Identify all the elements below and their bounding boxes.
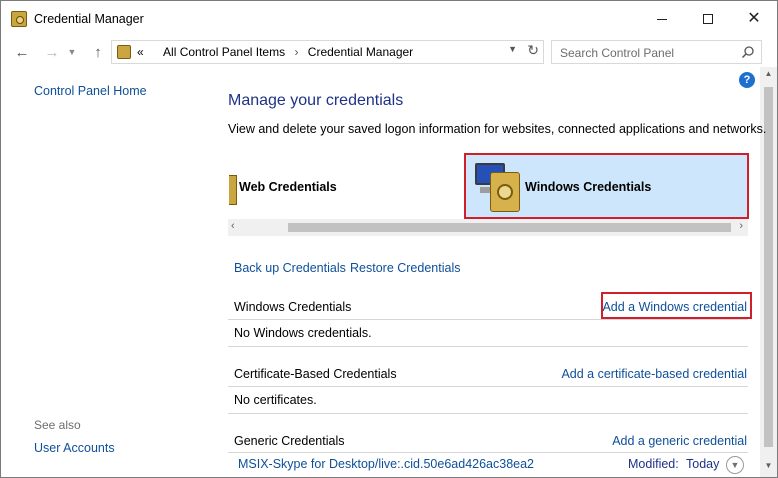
minimize-icon	[657, 18, 667, 20]
credential-vault-icon	[11, 11, 27, 27]
search-input[interactable]: Search Control Panel	[551, 40, 762, 64]
recent-locations-button[interactable]: ▼	[65, 41, 79, 63]
close-button[interactable]: ✕	[731, 1, 777, 37]
back-arrow-icon: ←	[14, 43, 30, 61]
vault-dial-icon	[497, 184, 513, 200]
page-description: View and delete your saved logon informa…	[228, 122, 767, 136]
user-accounts-link[interactable]: User Accounts	[34, 441, 115, 455]
see-also-label: See also	[34, 418, 81, 432]
search-placeholder: Search Control Panel	[560, 46, 675, 60]
section-divider	[228, 413, 748, 414]
left-pane: Control Panel Home See also User Account…	[1, 67, 211, 477]
web-credentials-tile[interactable]: Web Credentials	[228, 153, 464, 219]
back-up-credentials-link[interactable]: Back up Credentials	[234, 261, 346, 275]
add-generic-credential-link[interactable]: Add a generic credential	[612, 434, 747, 448]
search-icon	[741, 46, 754, 59]
horizontal-scrollbar[interactable]: ‹ ›	[228, 219, 748, 236]
address-bar[interactable]: « All Control Panel Items › Credential M…	[111, 40, 544, 64]
empty-state-text: No certificates.	[234, 393, 317, 407]
back-button[interactable]: ←	[11, 41, 33, 63]
add-certificate-credential-link[interactable]: Add a certificate-based credential	[561, 367, 747, 381]
scroll-right-icon[interactable]: ›	[739, 220, 743, 232]
section-title: Certificate-Based Credentials	[234, 367, 397, 381]
credential-name[interactable]: MSIX-Skype for Desktop/live:.cid.50e6ad4…	[238, 457, 534, 471]
breadcrumb: « All Control Panel Items › Credential M…	[137, 45, 413, 59]
section-title: Generic Credentials	[234, 434, 345, 448]
up-button[interactable]: ↑	[87, 41, 109, 63]
maximize-icon	[703, 14, 713, 24]
windows-credentials-label: Windows Credentials	[525, 180, 652, 194]
chevron-down-icon: ▼	[67, 47, 77, 57]
expand-chevron-icon[interactable]: ▼	[726, 456, 744, 474]
section-divider	[228, 346, 748, 347]
horizontal-scroll-thumb[interactable]	[288, 223, 731, 232]
minimize-button[interactable]	[639, 1, 685, 37]
scroll-left-icon[interactable]: ‹	[231, 220, 235, 232]
page-title: Manage your credentials	[228, 92, 404, 109]
scroll-up-icon[interactable]: ▲	[760, 69, 777, 83]
credential-type-selector: Web Credentials Windows Credentials ‹ ›	[228, 153, 749, 236]
section-divider	[228, 319, 748, 320]
forward-arrow-icon: →	[44, 43, 60, 61]
breadcrumb-overflow[interactable]: «	[137, 45, 144, 59]
navigation-bar: ← → ▼ ↑ « All Control Panel Items › Cred…	[1, 37, 777, 67]
scroll-thumb[interactable]	[764, 87, 773, 447]
help-icon[interactable]: ?	[739, 72, 755, 88]
breadcrumb-item-credential-manager[interactable]: Credential Manager	[308, 45, 413, 59]
generic-credentials-section: Generic Credentials Add a generic creden…	[228, 431, 748, 455]
empty-state-text: No Windows credentials.	[234, 326, 372, 340]
credential-manager-window: Credential Manager ✕ ← → ▼ ↑ « All Contr…	[0, 0, 778, 478]
chevron-down-icon[interactable]: ▼	[508, 44, 517, 54]
highlight-box	[601, 292, 752, 319]
title-bar: Credential Manager ✕	[1, 1, 777, 37]
control-panel-icon	[117, 45, 131, 59]
web-credentials-icon	[229, 175, 237, 205]
windows-credentials-tile[interactable]: Windows Credentials	[464, 153, 749, 219]
section-divider	[228, 386, 748, 387]
refresh-icon[interactable]: ↻	[527, 42, 539, 59]
scroll-down-icon[interactable]: ▼	[760, 461, 777, 475]
up-arrow-icon: ↑	[94, 43, 102, 61]
vault-icon	[490, 172, 520, 212]
breadcrumb-item-all-control-panel-items[interactable]: All Control Panel Items	[163, 45, 285, 59]
window-title: Credential Manager	[34, 12, 144, 26]
list-item[interactable]: MSIX-Skype for Desktop/live:.cid.50e6ad4…	[228, 453, 748, 477]
restore-credentials-link[interactable]: Restore Credentials	[350, 261, 460, 275]
web-credentials-label: Web Credentials	[239, 180, 337, 194]
control-panel-home-link[interactable]: Control Panel Home	[34, 84, 147, 98]
modified-value: Today	[686, 457, 720, 471]
modified-label: Modified:	[628, 457, 679, 471]
maximize-button[interactable]	[685, 1, 731, 37]
breadcrumb-separator: ›	[294, 45, 299, 59]
forward-button[interactable]: →	[41, 41, 63, 63]
close-icon: ✕	[747, 10, 761, 27]
certificate-credentials-section: Certificate-Based Credentials Add a cert…	[228, 364, 748, 414]
section-title: Windows Credentials	[234, 300, 352, 314]
